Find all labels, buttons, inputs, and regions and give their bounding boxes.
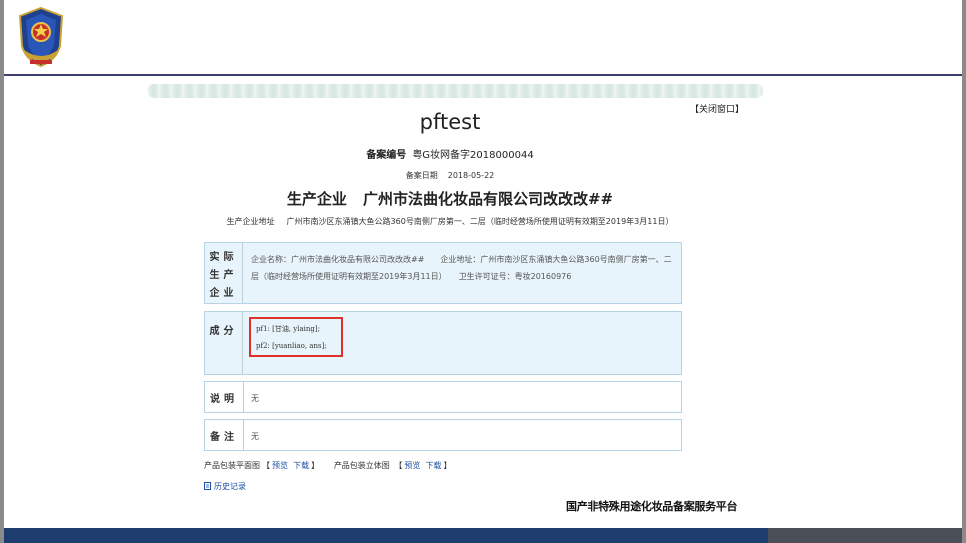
footer-bar <box>4 528 768 543</box>
actual-producer-label: 实际 生产 企业 <box>205 243 243 303</box>
label-line: 生产 <box>209 270 238 281</box>
flat-download-link[interactable]: 下载 <box>293 461 309 470</box>
producer-label: 生产企业 <box>286 190 347 208</box>
enterprise-line-2: 层（临时经营场所使用证明有效期至2019年3月11日） 卫生许可证号：粤妆201… <box>251 272 572 281</box>
window-frame-left <box>0 0 4 543</box>
remarks-value: 无 <box>251 432 259 441</box>
ingredients-panel: 成分 pf1: [甘油, ylaing]; pf2: [yuanliao, an… <box>204 311 682 375</box>
bracket: 【 <box>262 461 270 470</box>
label-line: 实际 <box>209 252 238 263</box>
record-date-value: 2018-05-22 <box>447 171 495 180</box>
enterprise-line-1: 企业名称：广州市法曲化妆品有限公司改改改## 企业地址：广州市南沙区东涌镇大鱼公… <box>251 255 672 264</box>
producer-value: 广州市法曲化妆品有限公司改改改## <box>362 190 614 208</box>
record-date: 备案日期 2018-05-22 <box>140 170 760 181</box>
label-line: 企业 <box>209 288 238 299</box>
record-number-label: 备案编号 <box>366 150 407 161</box>
ingredients-label: 成分 <box>205 312 243 374</box>
ingredients-highlight-box: pf1: [甘油, ylaing]; pf2: [yuanliao, ans]; <box>249 317 343 357</box>
stereo-download-link[interactable]: 下载 <box>425 461 441 470</box>
window-frame-right <box>962 0 966 543</box>
top-header <box>4 0 962 76</box>
history-link[interactable]: 历史记录 <box>204 481 246 492</box>
address-value: 广州市南沙区东涌镇大鱼公路360号南侧厂房第一、二层（临时经营场所使用证明有效期… <box>286 217 674 226</box>
record-number: 备案编号 粤G妆网备字2018000044 <box>140 146 760 161</box>
history-doc-icon <box>204 482 211 490</box>
record-number-value: 粤G妆网备字2018000044 <box>412 150 534 161</box>
record-date-label: 备案日期 <box>405 171 438 180</box>
history-label: 历史记录 <box>214 482 246 491</box>
bracket: 】 <box>443 461 452 470</box>
description-label: 说明 <box>205 382 244 412</box>
flat-preview-link[interactable]: 预览 <box>272 461 288 470</box>
stereo-packaging-label: 产品包装立体图 <box>333 461 390 470</box>
police-emblem-icon <box>18 6 64 68</box>
product-title: pftest <box>419 110 481 134</box>
platform-name: 国产非特殊用途化妆品备案服务平台 <box>566 500 738 513</box>
remarks-label: 备注 <box>205 420 244 450</box>
ingredient-item: pf1: [甘油, ylaing]; <box>256 325 320 333</box>
producer-heading: 生产企业 广州市法曲化妆品有限公司改改改## <box>140 188 760 209</box>
bracket: 【 <box>394 461 403 470</box>
packaging-links: 产品包装平面图【预览 下载】 产品包装立体图 【预览 下载】 <box>204 460 453 471</box>
description-value: 无 <box>251 394 259 403</box>
record-detail-panel: 【关闭窗口】 pftest 备案编号 粤G妆网备字2018000044 备案日期 2… <box>140 82 763 522</box>
remarks-panel: 备注 无 <box>204 419 682 451</box>
address-label: 生产企业地址 <box>226 217 275 226</box>
decorative-wave-band <box>148 84 763 98</box>
actual-producer-content: 企业名称：广州市法曲化妆品有限公司改改改## 企业地址：广州市南沙区东涌镇大鱼公… <box>251 251 675 285</box>
ingredient-item: pf2: [yuanliao, ans]; <box>256 342 327 350</box>
stereo-preview-link[interactable]: 预览 <box>404 461 420 470</box>
description-panel: 说明 无 <box>204 381 682 413</box>
footer-bar-right <box>768 528 962 543</box>
producer-address: 生产企业地址 广州市南沙区东涌镇大鱼公路360号南侧厂房第一、二层（临时经营场所使… <box>140 216 760 227</box>
bracket: 】 <box>311 461 320 470</box>
flat-packaging-label: 产品包装平面图 <box>204 461 260 470</box>
actual-producer-panel: 实际 生产 企业 企业名称：广州市法曲化妆品有限公司改改改## 企业地址：广州市… <box>204 242 682 304</box>
